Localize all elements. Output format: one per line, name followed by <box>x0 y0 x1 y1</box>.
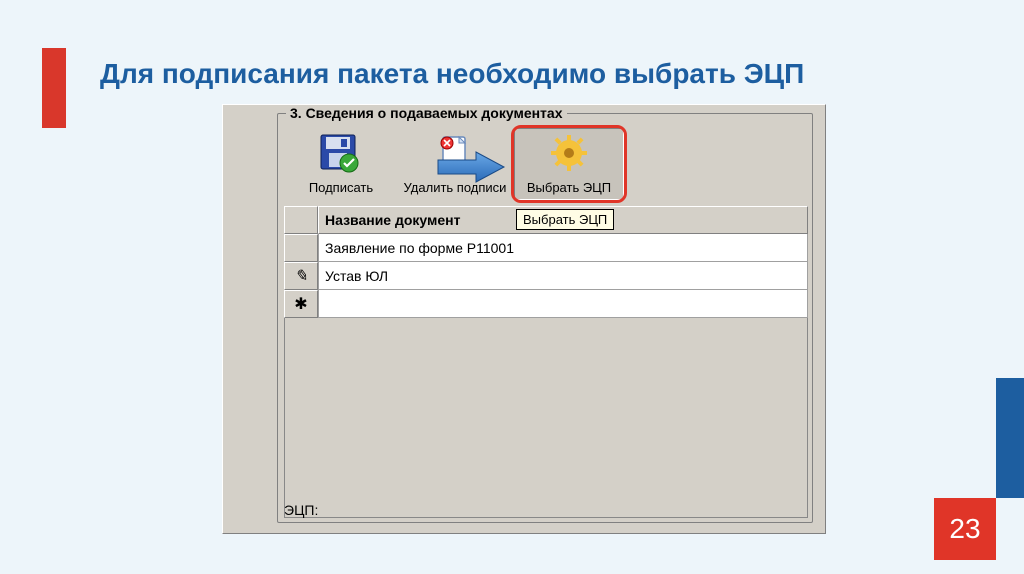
page-number: 23 <box>934 498 996 560</box>
ecp-label: ЭЦП: <box>284 502 318 518</box>
groupbox-documents: 3. Сведения о подаваемых документах Подп… <box>277 113 813 523</box>
groupbox-title: 3. Сведения о подаваемых документах <box>286 105 567 121</box>
choose-ecp-button[interactable]: Выбрать ЭЦП <box>514 128 624 200</box>
grid-empty-area <box>284 318 808 518</box>
delete-signatures-button[interactable]: Удалить подписи <box>400 128 510 200</box>
new-row-icon: ✱ <box>294 294 307 314</box>
delete-page-icon <box>435 133 475 176</box>
row-selector[interactable]: ✱ <box>284 290 318 318</box>
row-selector[interactable]: ✎ <box>284 262 318 290</box>
grid-corner[interactable] <box>284 206 318 234</box>
sign-button-label: Подписать <box>309 180 373 195</box>
slide-title: Для подписания пакета необходимо выбрать… <box>100 58 804 90</box>
documents-grid: Название документ Заявление по форме Р11… <box>284 206 808 518</box>
table-cell[interactable]: Устав ЮЛ <box>318 262 808 290</box>
row-selector[interactable] <box>284 234 318 262</box>
delete-button-label: Удалить подписи <box>404 180 507 195</box>
app-window: 3. Сведения о подаваемых документах Подп… <box>222 104 826 534</box>
floppy-save-icon <box>319 133 363 176</box>
blue-decor <box>996 378 1024 498</box>
table-cell[interactable]: Заявление по форме Р11001 <box>318 234 808 262</box>
edit-pen-icon: ✎ <box>294 266 307 286</box>
gear-icon <box>549 133 589 176</box>
toolbar: Подписать Удалить подписи <box>286 128 624 200</box>
table-cell[interactable] <box>318 290 808 318</box>
accent-bar <box>42 48 66 128</box>
sign-button[interactable]: Подписать <box>286 128 396 200</box>
choose-button-label: Выбрать ЭЦП <box>527 180 611 195</box>
tooltip: Выбрать ЭЦП <box>516 209 614 230</box>
